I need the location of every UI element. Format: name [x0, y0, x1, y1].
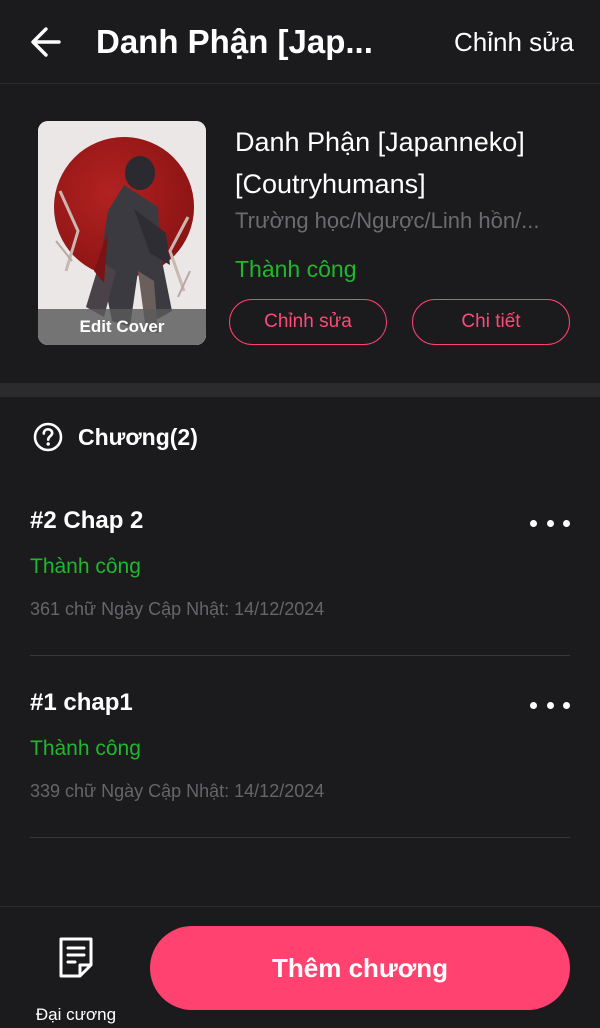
- bottom-bar: Đại cương Thêm chương: [0, 906, 600, 1028]
- chapter-title[interactable]: #2 Chap 2: [30, 504, 143, 538]
- section-divider: [0, 383, 600, 397]
- top-bar: Danh Phận [Jap... Chỉnh sửa: [0, 0, 600, 84]
- more-dot: [563, 701, 570, 709]
- more-options-icon[interactable]: [530, 692, 570, 718]
- arrow-left-icon: [31, 27, 61, 57]
- outline-button[interactable]: Đại cương: [28, 929, 124, 1024]
- edit-cover-label: Edit Cover: [38, 309, 206, 345]
- story-cover[interactable]: Edit Cover: [38, 121, 206, 345]
- chapter-meta: 339 chữ Ngày Cập Nhật: 14/12/2024: [30, 781, 325, 801]
- header-edit-button[interactable]: Chỉnh sửa: [454, 24, 574, 60]
- more-dot: [546, 701, 554, 709]
- chapter-status: Thành công: [30, 737, 141, 760]
- outline-label: Đại cương: [35, 1005, 117, 1024]
- story-title: Danh Phận [Japanneko] [Coutryhumans]: [235, 127, 525, 199]
- page-title: Danh Phận [Jap...: [96, 23, 373, 60]
- more-dot: [546, 519, 554, 527]
- question-circle-icon[interactable]: [32, 421, 64, 453]
- more-dot: [530, 519, 537, 527]
- story-status: Thành công: [235, 256, 357, 282]
- chapters-count-label: Chương(2): [78, 424, 198, 450]
- chapters-header: Chương(2): [32, 420, 198, 454]
- edit-story-button[interactable]: Chỉnh sửa: [229, 299, 387, 345]
- story-detail-button[interactable]: Chi tiết: [412, 299, 570, 345]
- chapter-title[interactable]: #1 chap1: [30, 686, 133, 720]
- chapter-item[interactable]: #2 Chap 2 Thành công 361 chữ Ngày Cập Nh…: [30, 474, 570, 656]
- more-dot: [563, 519, 570, 527]
- more-dot: [530, 701, 537, 709]
- story-info-section: Edit Cover Danh Phận [Japanneko] [Coutry…: [0, 85, 600, 383]
- document-icon: [59, 937, 93, 978]
- chapter-item[interactable]: #1 chap1 Thành công 339 chữ Ngày Cập Nhậ…: [30, 656, 570, 838]
- story-tags: Trường học/Ngược/Linh hồn/...: [235, 208, 540, 233]
- chapter-status: Thành công: [30, 555, 141, 578]
- back-button[interactable]: [26, 22, 66, 62]
- add-chapter-button[interactable]: Thêm chương: [150, 926, 570, 1010]
- more-options-icon[interactable]: [530, 510, 570, 536]
- chapter-meta: 361 chữ Ngày Cập Nhật: 14/12/2024: [30, 599, 325, 619]
